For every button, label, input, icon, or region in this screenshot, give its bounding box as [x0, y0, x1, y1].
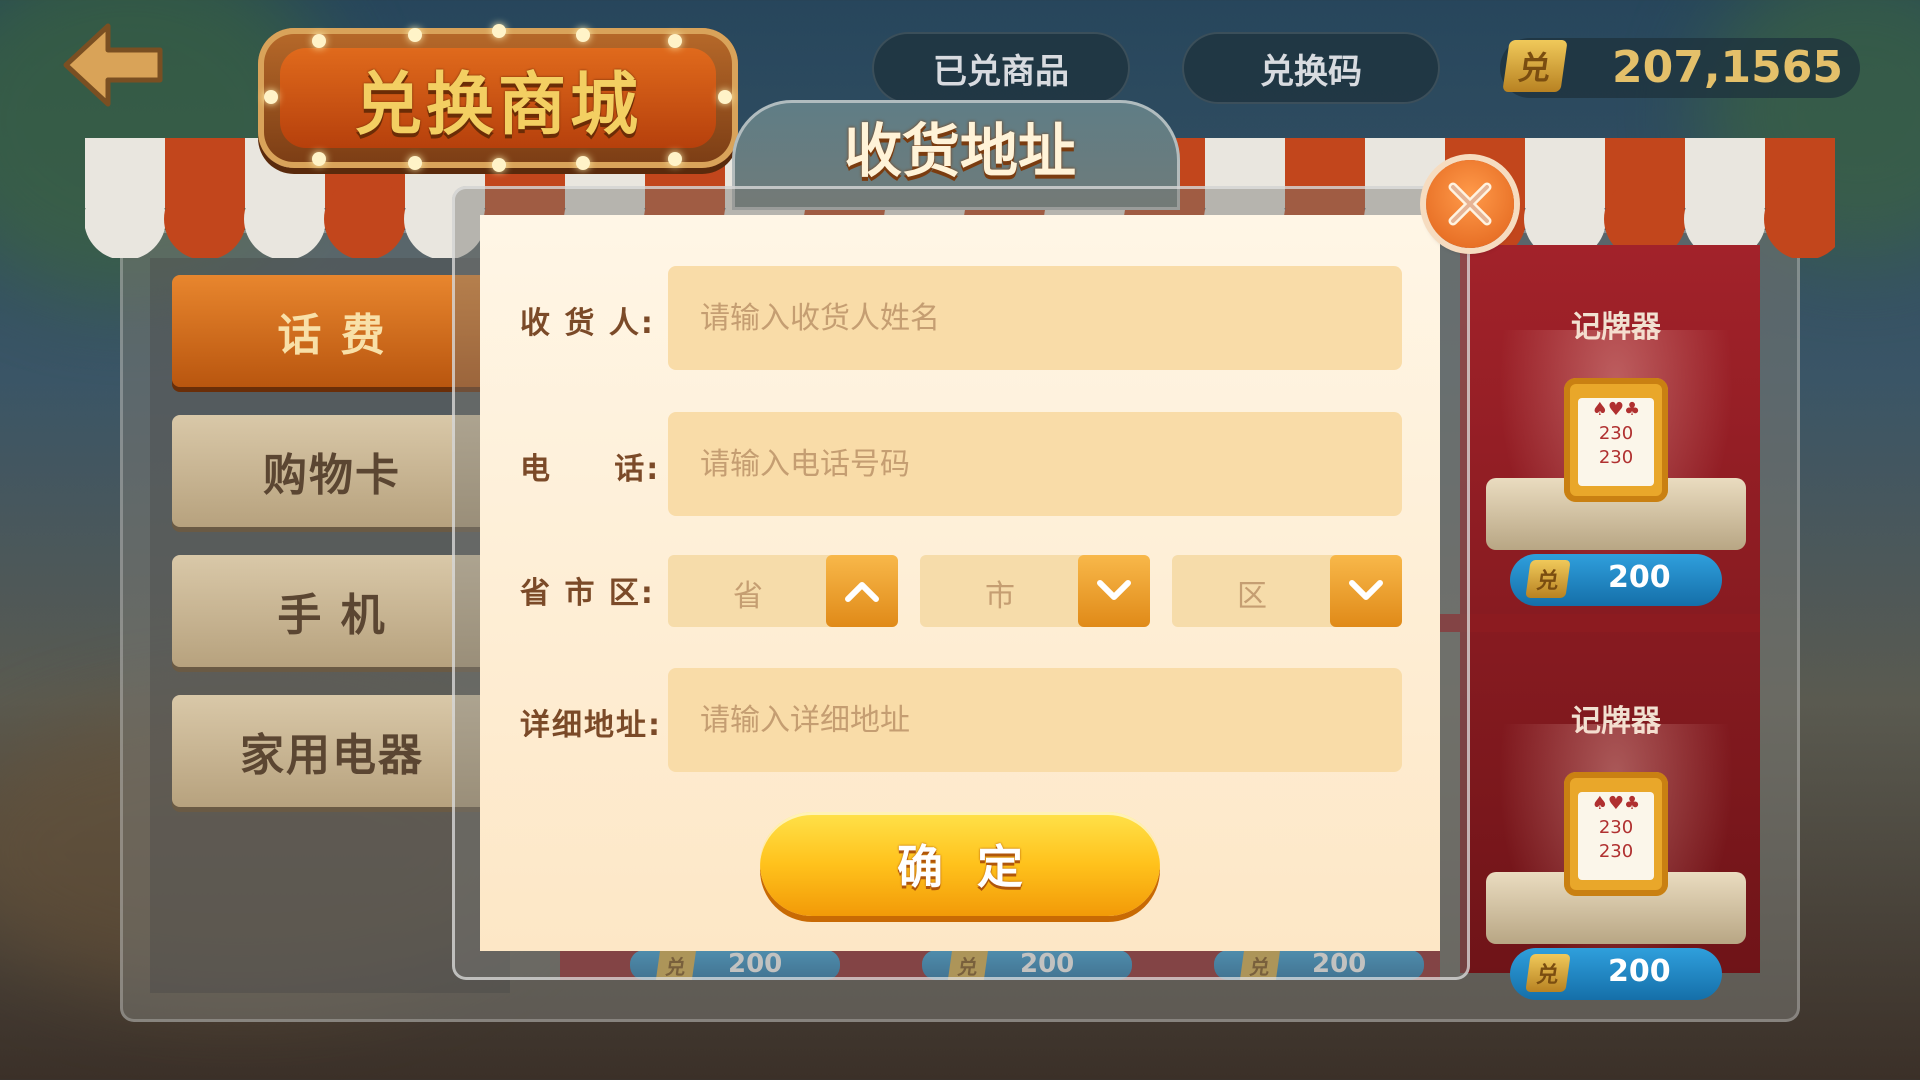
card-counter-paper: ♠♥♣ 230 230 — [1578, 792, 1654, 880]
price-value: 200 — [1608, 560, 1671, 595]
category-mobile-phone[interactable]: 手 机 — [172, 555, 492, 667]
province-value: 省 — [733, 579, 763, 614]
card-counter-paper: ♠♥♣ 230 230 — [1578, 398, 1654, 486]
city-value: 市 — [985, 579, 1015, 614]
recipient-input[interactable] — [668, 266, 1402, 370]
product-price[interactable]: 兑 200 — [1510, 554, 1722, 606]
back-button[interactable] — [60, 20, 170, 110]
city-select[interactable]: 市 — [920, 555, 1150, 627]
shop-title-plaque: 兑换商城 — [258, 24, 738, 172]
chevron-down-icon — [1330, 555, 1402, 627]
product-card[interactable]: 记牌器 ♠♥♣ 230 230 兑 200 — [1478, 644, 1754, 1024]
product-price[interactable]: 兑 200 — [1510, 948, 1722, 1000]
coin-icon: 兑 — [1502, 40, 1568, 92]
product-card[interactable]: 记牌器 ♠♥♣ 230 230 兑 200 — [1478, 250, 1754, 630]
coin-balance-value: 207,1565 — [1612, 42, 1844, 93]
category-label: 家用电器 — [240, 730, 424, 781]
category-home-appliances[interactable]: 家用电器 — [172, 695, 492, 807]
card-counter-icon: ♠♥♣ 230 230 — [1564, 378, 1668, 502]
awning-scallop — [324, 178, 406, 258]
category-phone-credit[interactable]: 话 费 — [172, 275, 492, 387]
shop-title: 兑换商城 — [353, 65, 642, 145]
tab-redeemed-items-label: 已兑商品 — [933, 51, 1069, 92]
confirm-button[interactable]: 确定 — [760, 812, 1160, 916]
back-arrow-icon — [63, 23, 163, 107]
category-label: 手 机 — [277, 590, 387, 641]
close-button[interactable] — [1426, 160, 1514, 248]
awning-scallop — [164, 178, 246, 258]
awning-scallop — [85, 178, 166, 258]
phone-label: 电 话: — [520, 452, 661, 487]
detail-address-input[interactable] — [668, 668, 1402, 772]
category-label: 购物卡 — [263, 450, 401, 501]
chevron-down-icon — [1078, 555, 1150, 627]
district-select[interactable]: 区 — [1172, 555, 1402, 627]
awning-scallop — [244, 178, 326, 258]
tab-redeem-code[interactable]: 兑换码 — [1182, 32, 1440, 104]
coin-balance: 兑 207,1565 — [1500, 38, 1860, 98]
awning-scallop — [1764, 178, 1835, 258]
region-label: 省 市 区: — [520, 576, 655, 611]
chevron-up-icon — [826, 555, 898, 627]
detail-address-label: 详细地址: — [520, 708, 662, 743]
category-label: 话 费 — [277, 310, 387, 361]
province-select[interactable]: 省 — [668, 555, 898, 627]
coin-icon: 兑 — [1525, 954, 1571, 992]
coin-icon: 兑 — [1525, 560, 1571, 598]
district-value: 区 — [1237, 579, 1267, 614]
dialog-title: 收货地址 — [843, 117, 1076, 185]
tab-redeemed-items[interactable]: 已兑商品 — [872, 32, 1130, 104]
category-shopping-card[interactable]: 购物卡 — [172, 415, 492, 527]
close-x-icon — [1448, 182, 1492, 226]
phone-input[interactable] — [668, 412, 1402, 516]
price-value: 200 — [1608, 954, 1671, 989]
recipient-label: 收 货 人: — [520, 306, 655, 341]
tab-redeem-code-label: 兑换码 — [1260, 51, 1362, 92]
card-counter-icon: ♠♥♣ 230 230 — [1564, 772, 1668, 896]
confirm-label: 确定 — [897, 840, 1057, 894]
